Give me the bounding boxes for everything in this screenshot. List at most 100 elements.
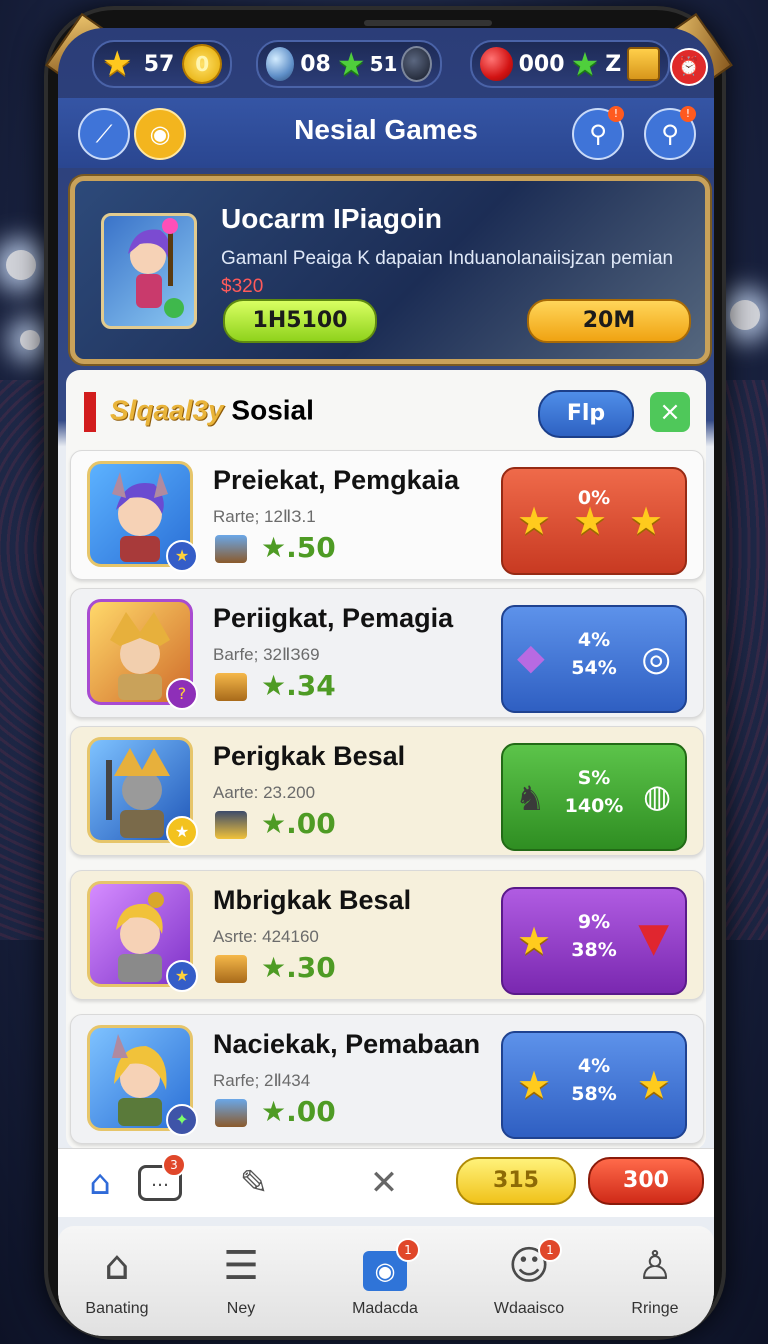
banner-title: Uocarm IPiagoin <box>221 203 442 234</box>
list-item-subtitle: Barfe; 32ⅡЗ69 <box>213 645 320 664</box>
action-bar: ⌂ … 3 ✎ ✕ 315 300 <box>58 1148 714 1217</box>
reward-button[interactable]: ★ 4% 58% ★ <box>501 1031 687 1139</box>
search-button[interactable]: ⚲ ! <box>644 106 696 160</box>
rank-badge-icon: ? <box>166 678 198 710</box>
rank-badge-icon: ★ <box>166 816 198 848</box>
close-icon: ✕ <box>369 1163 399 1203</box>
card-icon <box>627 47 660 81</box>
social-panel: Slqaal3y Sosial Flp × ★ Preiekat, Pemgka… <box>66 370 706 1150</box>
crate-icon <box>215 673 247 701</box>
stars-counter[interactable]: ★ 57 0 <box>92 40 232 88</box>
camera-icon: ◉ 1 <box>330 1238 440 1294</box>
hero-character-icon <box>128 218 184 318</box>
tab-rringe[interactable]: ♙ Rringe <box>600 1238 710 1318</box>
panel-title-logo: Slqaal3y <box>110 394 224 426</box>
list-item[interactable]: ? Periigkat, Pemagia Barfe; 32ⅡЗ69 ★.34 … <box>70 588 704 718</box>
dark-orb-icon <box>401 46 432 82</box>
list-item-title: Preiekat, Pemgkaia <box>213 465 460 495</box>
banner-description: Gamanl Peaiga K dapaian Induanolanaiisjz… <box>221 245 681 301</box>
player-avatar: ★ <box>87 737 198 848</box>
green-stars-value: 51 <box>369 52 398 76</box>
chat-button[interactable]: … 3 <box>136 1153 186 1207</box>
list-item-value: ★.30 <box>261 951 336 984</box>
tickets-value: 000 <box>518 51 565 77</box>
hero-avatar <box>101 213 197 329</box>
notification-badge: ! <box>680 106 696 122</box>
tab-badge: 1 <box>538 1238 562 1262</box>
panel-title-text: Sosial <box>231 394 314 426</box>
list-item-title: Mbrigkak Besal <box>213 885 412 915</box>
star-icon: ★ <box>573 499 608 543</box>
cone-icon: ▼ <box>638 915 669 961</box>
phone-speaker <box>364 20 492 26</box>
reward-button[interactable]: 0% ★ ★ ★ <box>501 467 687 575</box>
pen-icon: ✎ <box>239 1163 269 1203</box>
list-item-title: Naciekak, Pemabaan <box>213 1029 481 1059</box>
rank-badge-icon: ✦ <box>166 1104 198 1136</box>
gem-orb-icon <box>266 47 295 81</box>
notification-badge: ! <box>608 106 624 122</box>
reward-button[interactable]: ♞ S% 140% ◍ <box>501 743 687 851</box>
gold-amount-button[interactable]: 315 <box>456 1157 576 1205</box>
reward-button[interactable]: ◆ 4% 54% ◎ <box>501 605 687 713</box>
chat-badge: 3 <box>162 1153 186 1177</box>
tab-label: Ney <box>226 1300 256 1317</box>
profile-icon: ♙ <box>637 1243 673 1289</box>
reward-button[interactable]: ★ 9% 38% ▼ <box>501 887 687 995</box>
list-item[interactable]: ✦ Naciekak, Pemabaan Rarfe; 2Ⅱ434 ★.00 ★… <box>70 1014 704 1144</box>
tab-ney[interactable]: ☰ Ney <box>186 1238 296 1318</box>
tab-madacda[interactable]: ◉ 1 Madacda <box>330 1238 440 1318</box>
banner-primary-button[interactable]: 1H5100 <box>223 299 377 343</box>
tab-badge: 1 <box>396 1238 420 1262</box>
gems-counter[interactable]: 08 ★ 51 <box>256 40 442 88</box>
app-header: ⟋ ◉ Nesial Games ⚲ ! ⚲ ! <box>58 98 714 168</box>
green-star-icon: ★ <box>336 45 366 83</box>
flp-button[interactable]: Flp <box>538 390 634 438</box>
red-balloon-icon <box>480 47 513 81</box>
search-friends-button[interactable]: ⚲ ! <box>572 106 624 160</box>
list-item[interactable]: ★ Perigkak Besal Aarte: 23.200 ★.00 ♞ S%… <box>70 726 704 856</box>
search-icon: ⚲ <box>661 120 679 148</box>
alarm-icon[interactable]: ⏰ <box>670 48 708 86</box>
crate-icon <box>215 955 247 983</box>
stadium-light <box>730 300 760 330</box>
document-icon: ☰ <box>223 1243 259 1289</box>
coin-icon: 0 <box>182 44 222 84</box>
list-item-subtitle: Asrte: 424160 <box>213 927 319 946</box>
green-star-icon: ★ <box>570 45 600 83</box>
edit-button[interactable]: ✎ <box>230 1159 278 1207</box>
cancel-button[interactable]: ✕ <box>360 1159 408 1207</box>
banner-price: $320 <box>221 276 264 297</box>
list-item-value: ★.50 <box>261 531 336 564</box>
list-item-title: Periigkat, Pemagia <box>213 603 454 633</box>
rank-badge-icon: ★ <box>166 960 198 992</box>
stadium-light <box>20 330 40 350</box>
star-icon: ★ <box>102 44 133 84</box>
player-avatar: ✦ <box>87 1025 198 1136</box>
list-item-value: ★.00 <box>261 1095 336 1128</box>
star-icon: ★ <box>629 499 664 543</box>
ring-icon: ◎ <box>641 639 671 679</box>
featured-banner[interactable]: Uocarm IPiagoin Gamanl Peaiga K dapaian … <box>70 176 710 364</box>
stars-value: 57 <box>143 51 175 77</box>
player-avatar: ? <box>87 599 198 710</box>
home-button[interactable]: ⌂ <box>76 1159 124 1207</box>
close-button[interactable]: × <box>650 392 690 432</box>
star-icon: ★ <box>636 1063 671 1107</box>
title-accent-bar <box>84 392 96 432</box>
banner-secondary-button[interactable]: 20M <box>527 299 691 343</box>
tab-label: Banating <box>85 1300 149 1317</box>
tab-banating[interactable]: ⌂ Banating <box>62 1238 172 1318</box>
list-item[interactable]: ★ Preiekat, Pemgkaia Rarte; 12ⅡЗ.1 ★.50 … <box>70 450 704 580</box>
list-item[interactable]: ★ Mbrigkak Besal Asrte: 424160 ★.30 ★ 9%… <box>70 870 704 1000</box>
bottom-tab-bar: ⌂ Banating ☰ Ney ◉ 1 Madacda ☺ 1 Wdaaisc… <box>58 1226 714 1336</box>
tickets-counter[interactable]: 000 ★ Z <box>470 40 670 88</box>
candy-icon: ◍ <box>643 777 671 815</box>
red-amount-button[interactable]: 300 <box>588 1157 704 1205</box>
tab-wdaaisco[interactable]: ☺ 1 Wdaaisco <box>474 1238 584 1318</box>
panel-title: Slqaal3y Sosial <box>84 392 314 432</box>
tab-label: Wdaaisco <box>493 1300 565 1317</box>
search-icon: ⚲ <box>589 120 607 148</box>
tab-label: Rringe <box>631 1300 679 1317</box>
app-screen: ★ 57 0 08 ★ 51 000 ★ Z ⏰ ⟋ ◉ Nesial Game… <box>58 28 714 1336</box>
